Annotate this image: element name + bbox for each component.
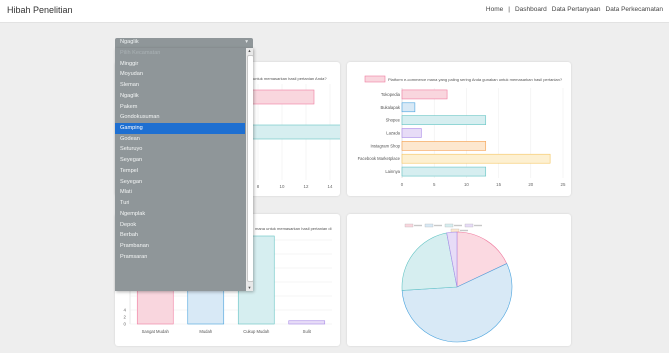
- dropdown-option[interactable]: Ngemplak: [115, 209, 245, 220]
- nav-links: Home | Dashboard Data Pertanyaan Data Pe…: [486, 6, 663, 13]
- x-tick-label: Mudah: [199, 329, 212, 334]
- y-tick-label: Tokopedia: [381, 92, 401, 97]
- app-title[interactable]: Hibah Penelitian: [7, 5, 73, 15]
- nav-separator: |: [508, 6, 510, 13]
- bar: [288, 320, 326, 325]
- dropdown-option[interactable]: Pakem: [115, 102, 245, 113]
- chart-title: Platform e-commerce mana yang paling ser…: [388, 77, 563, 82]
- bar: [401, 89, 448, 100]
- dropdown-option[interactable]: Pramsaran: [115, 252, 245, 263]
- dropdown-option[interactable]: Mlati: [115, 187, 245, 198]
- legend-swatch: [364, 75, 386, 83]
- dropdown-option[interactable]: Seyegan: [115, 155, 245, 166]
- legend-label: [454, 224, 462, 227]
- x-tick-label: 14: [328, 184, 333, 189]
- legend-swatch: [444, 223, 454, 228]
- y-tick-label: Instagram Shop: [370, 143, 400, 148]
- dropdown-placeholder[interactable]: Pilih Kecamatan: [115, 48, 245, 59]
- x-tick-label: Sulit: [303, 329, 312, 334]
- kecamatan-select[interactable]: Ngaglik ▾: [115, 38, 253, 48]
- x-tick-label: 0: [401, 182, 404, 187]
- top-navbar: Hibah Penelitian Home | Dashboard Data P…: [0, 0, 669, 23]
- chevron-down-icon: ▾: [245, 39, 248, 45]
- nav-home[interactable]: Home: [486, 6, 503, 13]
- y-tick-label: Lazada: [386, 131, 400, 136]
- dropdown-option[interactable]: Seyegan: [115, 177, 245, 188]
- nav-data-pertanyaan[interactable]: Data Pertanyaan: [552, 6, 601, 13]
- chart-card-2: Platform e-commerce mana yang paling ser…: [347, 62, 571, 196]
- x-tick-label: 10: [464, 182, 469, 187]
- legend-swatch: [450, 228, 460, 233]
- x-tick-label: Sangat Mudah: [142, 329, 170, 334]
- nav-data-perkecamatan[interactable]: Data Perkecamatan: [606, 6, 663, 13]
- y-tick-label: Facebook Marketplace: [358, 156, 401, 161]
- dropdown-option[interactable]: Gamping: [115, 123, 245, 134]
- chart-card-4: [347, 214, 571, 346]
- y-tick-label: 2: [124, 315, 127, 320]
- x-tick-label: 5: [433, 182, 436, 187]
- chart-title: untuk memasarkan hasil pertanian Anda?: [253, 76, 327, 81]
- dropdown-option[interactable]: Minggir: [115, 59, 245, 70]
- dropdown-option[interactable]: Gondokusuman: [115, 112, 245, 123]
- legend-label: [414, 224, 422, 227]
- legend-swatch: [464, 223, 474, 228]
- x-tick-label: 15: [496, 182, 501, 187]
- dropdown-option[interactable]: Ngaglik: [115, 91, 245, 102]
- legend-swatch: [404, 223, 414, 228]
- nav-dashboard[interactable]: Dashboard: [515, 6, 547, 13]
- bar: [401, 153, 551, 164]
- x-tick-label: 20: [528, 182, 533, 187]
- dropdown-option[interactable]: Seturuyo: [115, 144, 245, 155]
- x-tick-label: 25: [561, 182, 566, 187]
- dropdown-option[interactable]: Godean: [115, 134, 245, 145]
- y-tick-label: Shopee: [386, 118, 401, 123]
- dropdown-option[interactable]: Moyudan: [115, 69, 245, 80]
- dropdown-option[interactable]: Depok: [115, 220, 245, 231]
- x-tick-label: 10: [280, 184, 285, 189]
- chart-title: mana untuk memasarkan hasil pertanian di: [255, 226, 332, 231]
- y-tick-label: 0: [124, 322, 127, 327]
- dropdown-option[interactable]: Turi: [115, 198, 245, 209]
- dropdown-option[interactable]: Sleman: [115, 80, 245, 91]
- y-tick-label: Lainnya: [385, 169, 400, 174]
- x-tick-label: 12: [304, 184, 309, 189]
- bar: [401, 115, 487, 125]
- legend-label: [434, 224, 442, 227]
- dropdown-option[interactable]: Prambanan: [115, 241, 245, 252]
- y-tick-label: Bukalapak: [380, 105, 400, 110]
- scrollbar-thumb[interactable]: [247, 55, 253, 282]
- bar: [401, 141, 487, 151]
- x-tick-label: Cukup Mudah: [243, 329, 270, 334]
- select-value: Ngaglik: [120, 39, 139, 45]
- bar: [401, 166, 487, 177]
- legend-label: [460, 229, 468, 232]
- legend-label: [474, 224, 482, 227]
- legend-swatch: [424, 223, 434, 228]
- bar: [401, 102, 416, 113]
- dropdown-option[interactable]: Tempel: [115, 166, 245, 177]
- scroll-down-icon[interactable]: ▼: [247, 285, 252, 291]
- dropdown-option[interactable]: Berbah: [115, 230, 245, 241]
- y-tick-label: 4: [124, 308, 127, 313]
- scroll-up-icon[interactable]: ▲: [247, 48, 252, 54]
- chart-4: [401, 223, 513, 343]
- bar: [401, 128, 422, 138]
- x-tick-label: 8: [257, 184, 260, 189]
- chart-2: Platform e-commerce mana yang paling ser…: [358, 75, 566, 187]
- dropdown-scrollbar[interactable]: ▲ ▼: [246, 48, 253, 291]
- kecamatan-options[interactable]: Pilih Kecamatan Minggir Moyudan Sleman Ngagl…: [115, 48, 253, 291]
